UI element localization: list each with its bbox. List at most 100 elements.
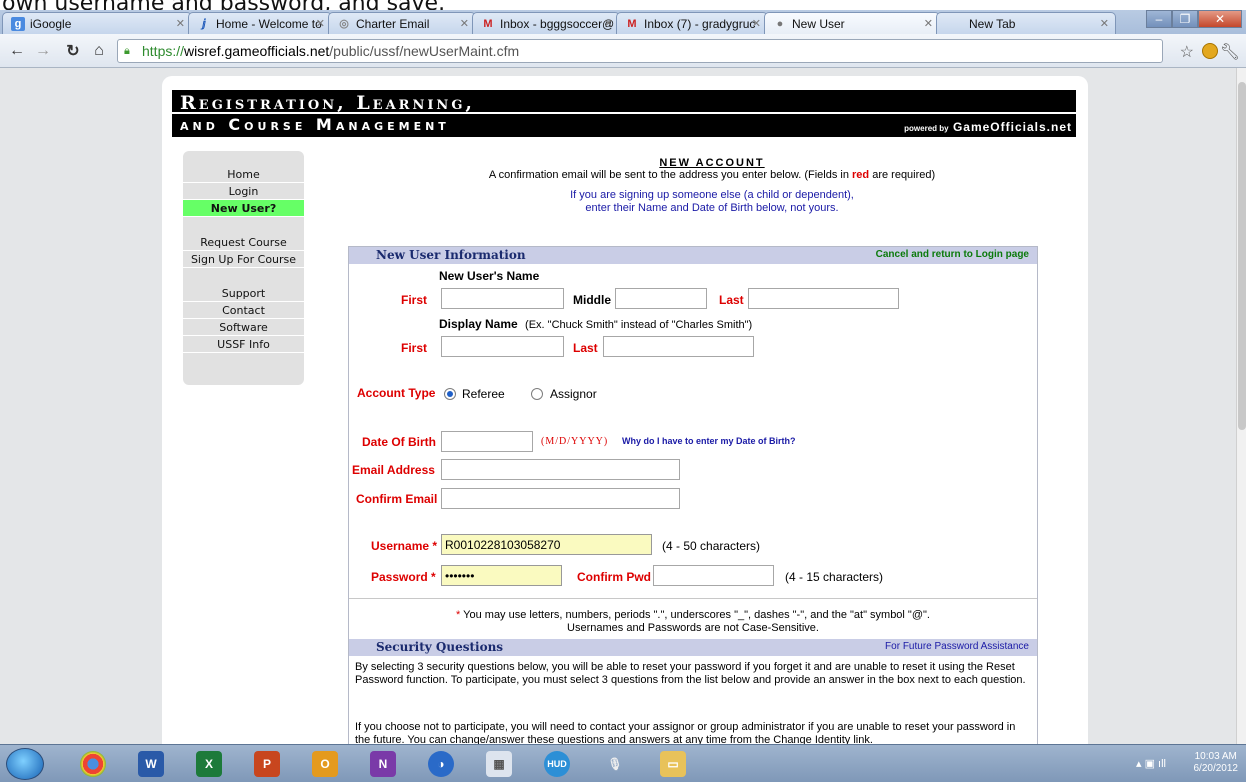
nav-gap	[183, 217, 304, 234]
caption-text: own username and password, and save.	[2, 0, 445, 10]
referee-radio[interactable]	[444, 388, 456, 400]
tab-close-icon[interactable]: ✕	[604, 17, 613, 30]
excel-icon[interactable]: X	[196, 751, 222, 777]
reload-icon[interactable]: ↻	[64, 42, 82, 60]
home-icon[interactable]: ⌂	[90, 42, 108, 60]
assignor-radio[interactable]	[531, 388, 543, 400]
outlook-icon[interactable]: O	[312, 751, 338, 777]
tab-igoogle[interactable]: g iGoogle ✕	[2, 12, 192, 34]
page-title: NEW ACCOUNT	[659, 157, 765, 169]
dob-why-link[interactable]: Why do I have to enter my Date of Birth?	[622, 436, 796, 446]
middle-name-label: Middle	[573, 293, 611, 307]
tab-close-icon[interactable]: ✕	[316, 17, 325, 30]
back-arrow-icon[interactable]: ←	[8, 42, 26, 60]
word-icon[interactable]: W	[138, 751, 164, 777]
tab-close-icon[interactable]: ✕	[460, 17, 469, 30]
tab-inbox-gradygruc[interactable]: M Inbox (7) - gradygruc ✕	[616, 12, 768, 34]
intro-text: A confirmation email will be sent to the…	[352, 169, 1072, 181]
page-viewport: Registration, Learning, and Course Manag…	[0, 68, 1236, 744]
tab-close-icon[interactable]: ✕	[752, 17, 761, 30]
calculator-icon[interactable]: ▦	[486, 751, 512, 777]
forward-arrow-icon[interactable]: →	[34, 42, 52, 60]
password-input[interactable]	[441, 565, 562, 586]
powerpoint-icon[interactable]: P	[254, 751, 280, 777]
assignor-label: Assignor	[550, 387, 597, 401]
extension-icon[interactable]	[1202, 43, 1218, 59]
last-name-label: Last	[719, 293, 744, 307]
username-input[interactable]	[441, 534, 652, 555]
display-name-label: Display Name	[439, 317, 518, 331]
tab-charter-email[interactable]: ◎ Charter Email ✕	[328, 12, 476, 34]
display-name-row: Display Name (Ex. "Chuck Smith" instead …	[439, 317, 752, 331]
security-questions-header: Security Questions For Future Password A…	[349, 639, 1037, 656]
last-name-input[interactable]	[748, 288, 899, 309]
intro-post: are required)	[872, 169, 936, 181]
cancel-link[interactable]: Cancel and return to Login page	[876, 249, 1029, 260]
display-first-input[interactable]	[441, 336, 564, 357]
nav-new-user[interactable]: New User?	[183, 200, 304, 217]
dob-input[interactable]	[441, 431, 533, 452]
chrome-icon[interactable]	[80, 751, 106, 777]
nav-software[interactable]: Software	[183, 319, 304, 336]
nav-sign-up-for-course[interactable]: Sign Up For Course	[183, 251, 304, 268]
start-button-icon[interactable]	[6, 748, 44, 780]
nav-login[interactable]: Login	[183, 183, 304, 200]
tray-icons[interactable]: ▴ ▣ ıll	[1136, 757, 1166, 770]
lock-icon: 🔒︎	[124, 45, 130, 57]
tab-new-tab[interactable]: New Tab ✕	[936, 12, 1116, 34]
minimize-icon[interactable]: ‒	[1146, 10, 1172, 28]
display-last-input[interactable]	[603, 336, 754, 357]
note-line1: If you are signing up someone else (a ch…	[570, 189, 854, 201]
nav-ussf-info[interactable]: USSF Info	[183, 336, 304, 353]
tab-home-welcome[interactable]: ⅉ Home - Welcome to ✕	[188, 12, 332, 34]
note-line2: enter their Name and Date of Birth below…	[585, 202, 839, 214]
tab-close-icon[interactable]: ✕	[176, 17, 185, 30]
first-name-input[interactable]	[441, 288, 564, 309]
onenote-icon[interactable]: N	[370, 751, 396, 777]
email-input[interactable]	[441, 459, 680, 480]
tab-new-user[interactable]: ● New User ✕	[764, 12, 940, 34]
left-nav: Home Login New User? Request Course Sign…	[183, 151, 304, 385]
nav-home[interactable]: Home	[183, 166, 304, 183]
microphone-icon[interactable]: 🎙︎	[602, 751, 628, 777]
tab-close-icon[interactable]: ✕	[924, 17, 933, 30]
maximize-icon[interactable]: ❐	[1172, 10, 1198, 28]
rules-divider	[349, 598, 1037, 599]
igoogle-icon: g	[11, 16, 25, 31]
nav-support[interactable]: Support	[183, 285, 304, 302]
password-hint: (4 - 15 characters)	[785, 570, 884, 584]
middle-name-input[interactable]	[615, 288, 707, 309]
tab-inbox-bgggsoccer[interactable]: M Inbox - bgggsoccer@ ✕	[472, 12, 620, 34]
clock[interactable]: 10:03 AM 6/20/2012	[1194, 751, 1239, 775]
tab-close-icon[interactable]: ✕	[1100, 17, 1109, 30]
section-title: New User Information	[376, 248, 526, 262]
scrollbar-thumb[interactable]	[1238, 82, 1246, 430]
folder-icon[interactable]: ▭	[660, 751, 686, 777]
display-last-label: Last	[573, 341, 598, 355]
bookmark-star-icon[interactable]: ☆	[1180, 42, 1194, 62]
nav-contact[interactable]: Contact	[183, 302, 304, 319]
username-required-marker: *	[432, 539, 438, 553]
address-bar[interactable]: 🔒︎ https://wisref.gameofficials.net/publ…	[117, 39, 1163, 63]
nav-request-course[interactable]: Request Course	[183, 234, 304, 251]
close-icon[interactable]: ✕	[1198, 10, 1242, 28]
confirm-pwd-input[interactable]	[653, 565, 774, 586]
banner-line2: and Course Management	[180, 115, 450, 134]
hud-icon[interactable]: HUD	[544, 751, 570, 777]
communicator-icon[interactable]: ◑	[428, 751, 454, 777]
new-user-form: New User Information Cancel and return t…	[348, 246, 1038, 744]
tab-label: iGoogle	[30, 16, 72, 31]
confirm-email-input[interactable]	[441, 488, 680, 509]
taskbar: W X P O N ◑ ▦ HUD 🎙︎ ▭ ▴ ▣ ıll 10:03 AM …	[0, 744, 1246, 782]
clock-time: 10:03 AM	[1194, 751, 1237, 762]
url-path: /public/ussf/newUserMaint.cfm	[329, 43, 520, 59]
wrench-icon[interactable]: 🔧︎	[1220, 42, 1240, 62]
tab-label: Inbox - bgggsoccer@	[500, 16, 615, 31]
top-caption: own username and password, and save.	[0, 0, 1246, 10]
page-scrollbar[interactable]	[1236, 68, 1246, 744]
confirm-email-label: Confirm Email	[356, 492, 438, 506]
dependent-note: If you are signing up someone else (a ch…	[352, 189, 1072, 215]
powered-brand: GameOfficials.net	[952, 120, 1072, 134]
page-container: Registration, Learning, and Course Manag…	[162, 76, 1088, 744]
dob-format: (M/D/YYYY)	[541, 436, 609, 447]
